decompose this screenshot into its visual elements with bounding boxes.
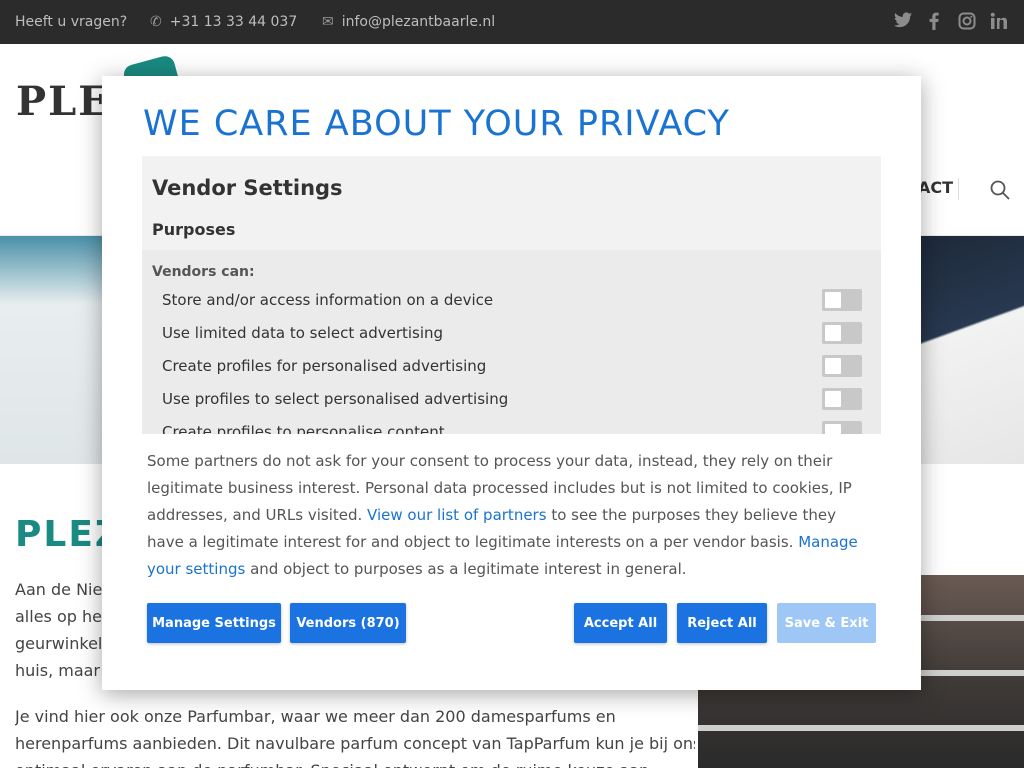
toggle-knob — [825, 391, 841, 407]
purposes-list: Vendors can: Store and/or access informa… — [142, 250, 881, 434]
toggle-knob — [825, 292, 841, 308]
vendors-button[interactable]: Vendors (870) — [290, 603, 406, 643]
purpose-toggle[interactable] — [822, 355, 862, 377]
purpose-row: Use limited data to select advertising — [162, 321, 862, 345]
email-link[interactable]: ✉ info@plezantbaarle.nl — [322, 14, 495, 30]
manage-settings-button[interactable]: Manage Settings — [147, 603, 281, 643]
partners-link[interactable]: View our list of partners — [367, 506, 547, 524]
purposes-heading: Purposes — [152, 220, 236, 239]
purpose-label: Use limited data to select advertising — [162, 324, 444, 342]
legitimate-interest-info: Some partners do not ask for your consen… — [147, 448, 867, 583]
vendor-settings-panel[interactable]: Vendor Settings Purposes Vendors can: St… — [142, 156, 881, 434]
purpose-label: Use profiles to select personalised adve… — [162, 390, 509, 408]
privacy-modal: WE CARE ABOUT YOUR PRIVACY Vendor Settin… — [102, 76, 921, 690]
toggle-knob — [825, 358, 841, 374]
phone-link[interactable]: ✆ +31 13 33 44 037 — [150, 14, 297, 30]
purpose-toggle[interactable] — [822, 322, 862, 344]
toggle-knob — [825, 325, 841, 341]
save-exit-button[interactable]: Save & Exit — [777, 603, 876, 643]
purpose-toggle[interactable] — [822, 388, 862, 410]
purpose-label: Create profiles to personalise content — [162, 423, 445, 434]
info-text: and object to purposes as a legitimate i… — [245, 560, 687, 578]
facebook-icon[interactable] — [928, 12, 940, 34]
purpose-label: Create profiles for personalised adverti… — [162, 357, 487, 375]
reject-all-button[interactable]: Reject All — [677, 603, 767, 643]
email-address: info@plezantbaarle.nl — [341, 14, 496, 30]
purpose-toggle[interactable] — [822, 289, 862, 311]
purpose-toggle[interactable] — [822, 421, 862, 434]
purpose-row: Use profiles to select personalised adve… — [162, 387, 862, 411]
purpose-row: Create profiles for personalised adverti… — [162, 354, 862, 378]
modal-title: WE CARE ABOUT YOUR PRIVACY — [143, 104, 730, 144]
phone-number: +31 13 33 44 037 — [169, 14, 298, 30]
purpose-row: Store and/or access information on a dev… — [162, 288, 862, 312]
purpose-row: Create profiles to personalise content — [162, 420, 862, 434]
vendor-settings-heading: Vendor Settings — [152, 176, 343, 200]
toggle-knob — [825, 424, 841, 434]
vendors-can-label: Vendors can: — [152, 264, 255, 280]
purpose-label: Store and/or access information on a dev… — [162, 291, 494, 309]
mail-icon: ✉ — [322, 14, 334, 30]
instagram-icon[interactable] — [958, 12, 976, 34]
linkedin-icon[interactable] — [990, 12, 1008, 34]
accept-all-button[interactable]: Accept All — [574, 603, 667, 643]
help-question: Heeft u vragen? — [15, 14, 128, 30]
phone-icon: ✆ — [150, 14, 162, 30]
top-bar: Heeft u vragen? ✆ +31 13 33 44 037 ✉ info@… — [0, 0, 1024, 44]
twitter-icon[interactable] — [894, 12, 912, 32]
